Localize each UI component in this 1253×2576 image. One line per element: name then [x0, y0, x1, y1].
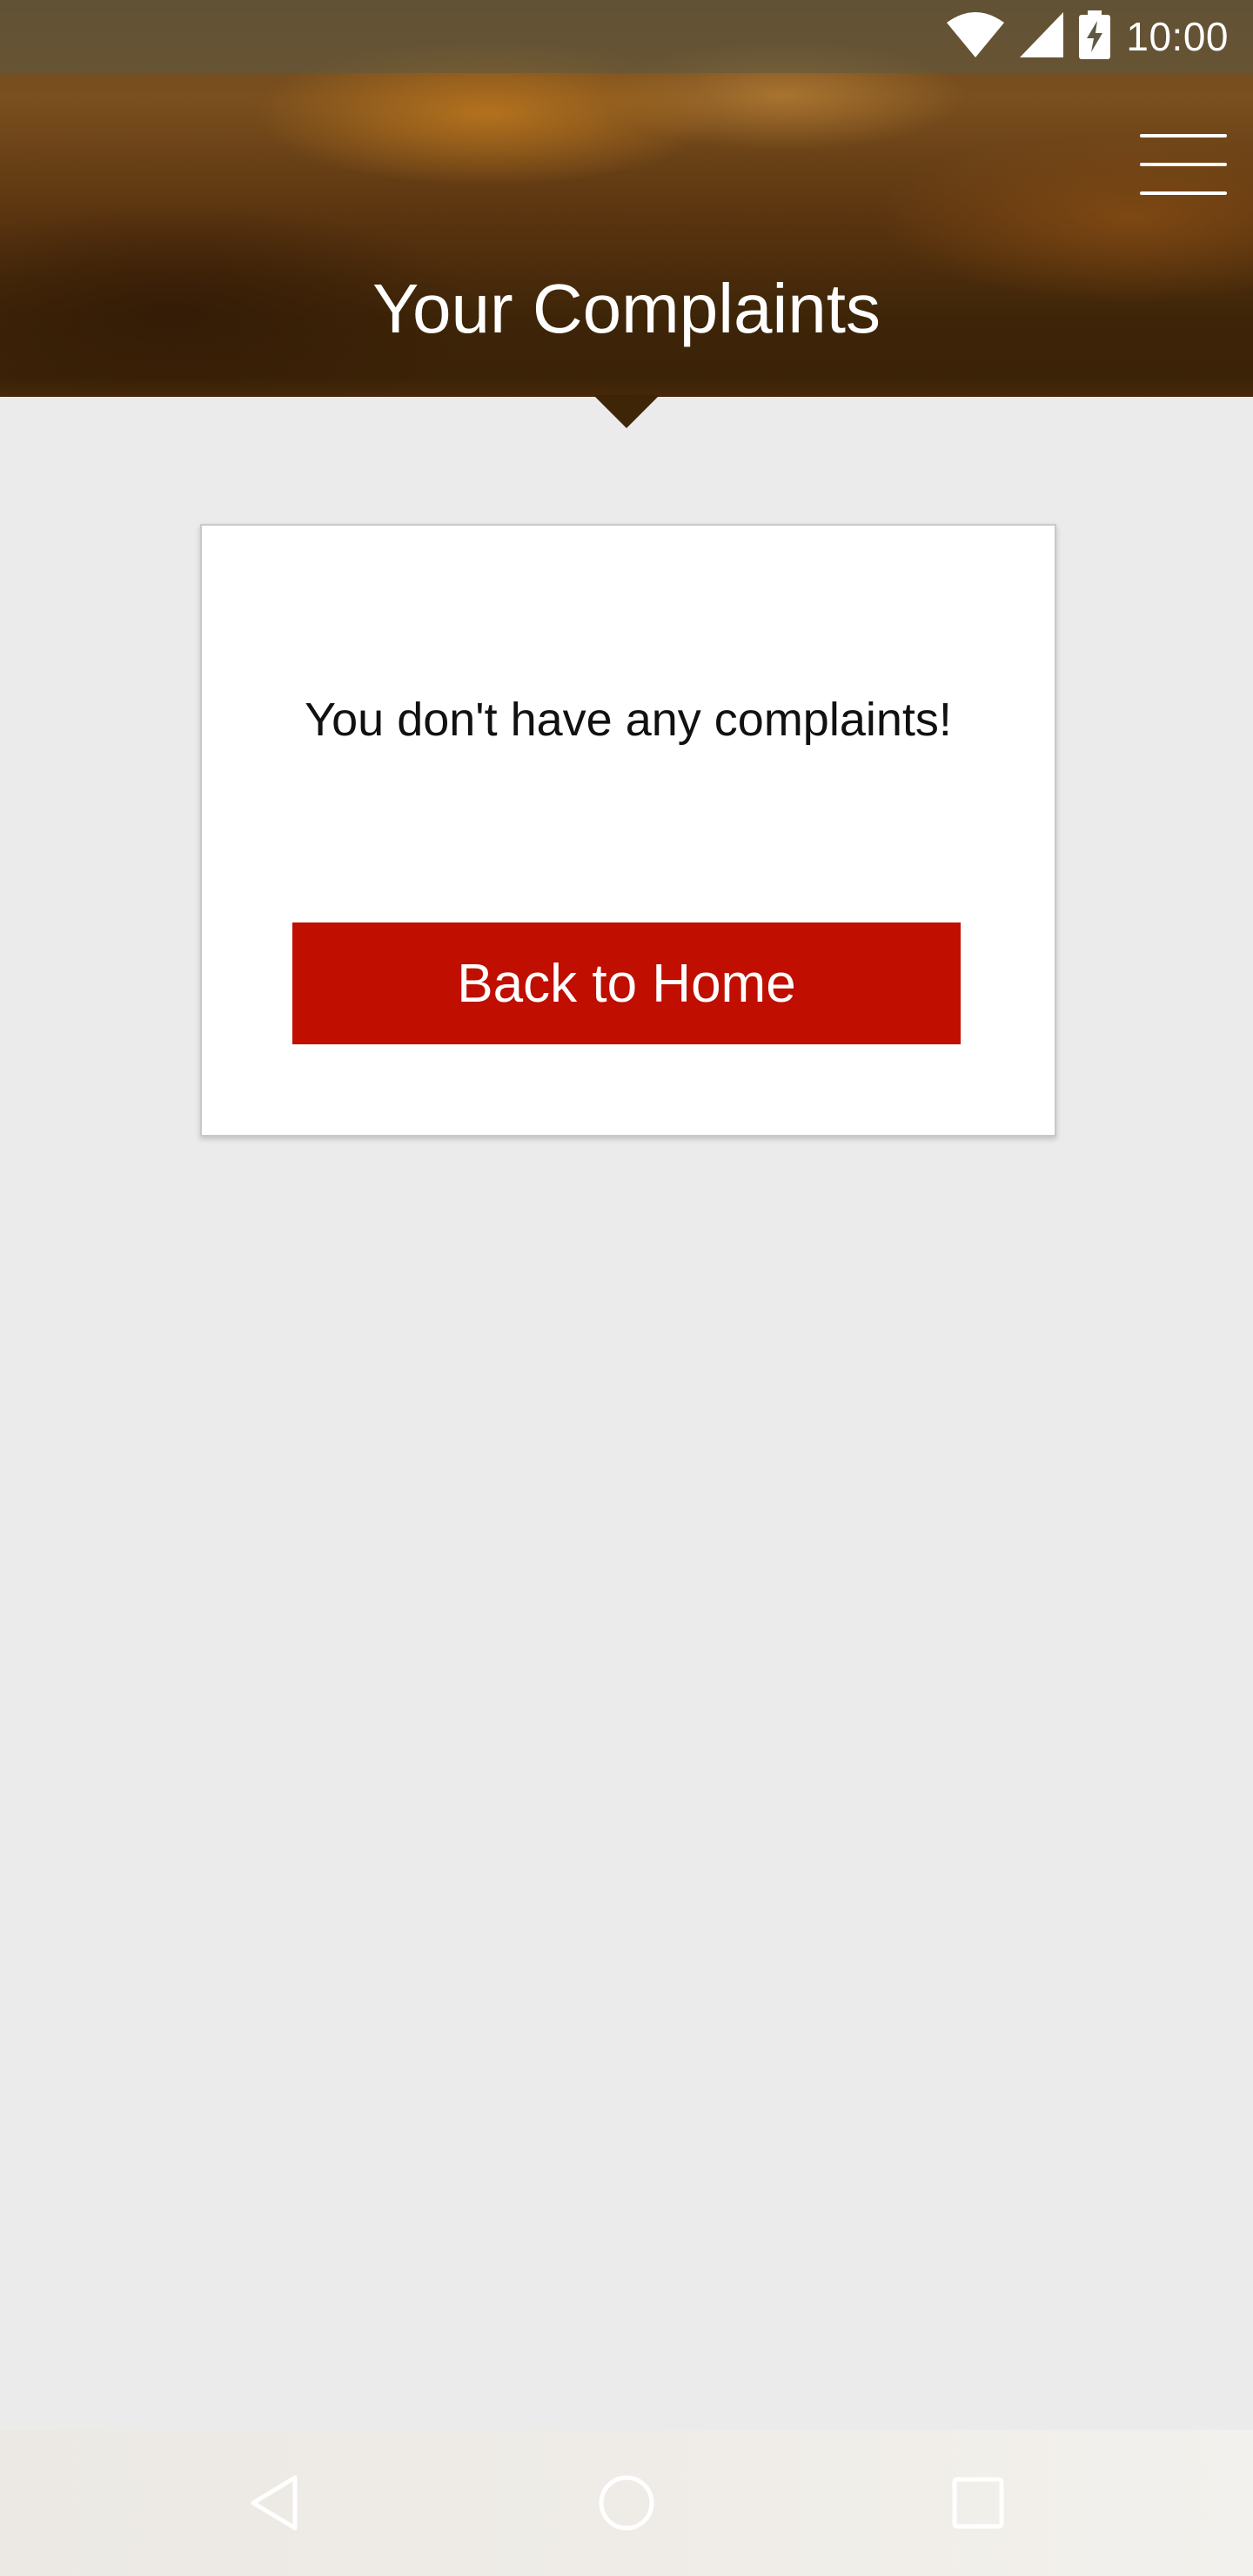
- status-bar: 10:00: [0, 0, 1253, 73]
- hamburger-menu-icon[interactable]: [1140, 131, 1227, 198]
- battery-charging-icon: [1079, 10, 1111, 64]
- recents-icon[interactable]: [935, 2459, 1022, 2546]
- empty-state-message: You don't have any complaints!: [305, 694, 952, 746]
- cell-signal-icon: [1020, 11, 1064, 62]
- status-icons: 10:00: [947, 0, 1229, 73]
- wifi-icon: [947, 11, 1005, 62]
- empty-state-card: You don't have any complaints! Back to H…: [200, 524, 1056, 1137]
- home-icon[interactable]: [583, 2459, 670, 2546]
- navigation-bar: [0, 2430, 1253, 2576]
- status-time: 10:00: [1126, 14, 1229, 59]
- back-to-home-button[interactable]: Back to Home: [292, 922, 961, 1044]
- app-header: 10:00 Your Complaints: [0, 0, 1253, 397]
- page-title: Your Complaints: [372, 270, 881, 347]
- back-icon[interactable]: [231, 2459, 318, 2546]
- header-pointer: [593, 395, 660, 428]
